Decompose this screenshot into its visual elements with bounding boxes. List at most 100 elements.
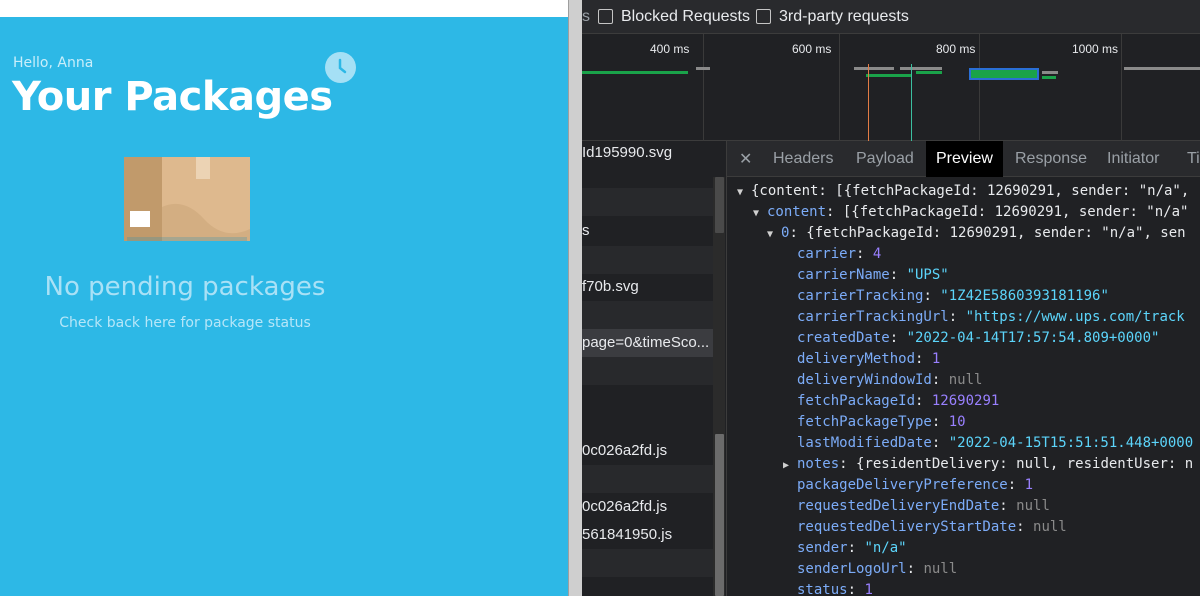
json-key: createdDate [797,330,890,346]
request-row[interactable] [582,357,713,385]
json-field-row[interactable]: senderLogoUrl: null [797,561,957,582]
expand-arrow-icon[interactable]: ▼ [737,187,751,198]
json-value: "1Z42E5860393181196" [940,288,1109,304]
request-row-selected[interactable]: page=0&timeSco... [582,329,713,357]
tab-response[interactable]: Response [1015,141,1087,177]
json-field-row[interactable]: carrierTracking: "1Z42E5860393181196" [797,288,1109,309]
json-field-row[interactable]: sender: "n/a" [797,540,907,561]
expand-arrow-icon[interactable]: ▼ [767,229,781,240]
json-root-summary: {content: [{fetchPackageId: 12690291, se… [751,183,1190,199]
request-row[interactable] [582,188,713,216]
empty-state-subtitle: Check back here for package status [59,315,311,331]
json-field-row[interactable]: deliveryWindowId: null [797,372,982,393]
json-value: "2022-04-15T15:51:51.448+0000 [948,435,1194,451]
json-key: fetchPackageId [797,393,916,409]
json-field-row[interactable]: carrier: 4 [797,246,881,267]
request-row[interactable] [582,465,713,493]
packages-app: Hello, Anna Your Packages No pending pac… [0,0,568,596]
request-row[interactable] [582,385,713,413]
json-key: senderLogoUrl [797,561,907,577]
json-key: deliveryWindowId [797,372,932,388]
blocked-requests-label[interactable]: Blocked Requests [621,8,750,26]
timeline-request-bar [866,74,912,77]
third-party-label[interactable]: 3rd-party requests [779,8,909,26]
request-row[interactable]: 0c026a2fd.js [582,493,713,521]
devtools-network-panel: s Blocked Requests 3rd-party requests 40… [582,0,1200,596]
tab-headers[interactable]: Headers [773,141,833,177]
timeline-gridline [839,34,840,141]
package-box-icon [124,157,250,241]
request-row[interactable]: s [582,217,713,245]
json-content-line[interactable]: ▼ content: [{fetchPackageId: 12690291, se… [753,204,1188,225]
json-value: 1 [864,582,873,596]
request-row[interactable] [582,246,713,274]
request-row[interactable] [582,577,713,596]
json-key: requestedDeliveryStartDate [797,519,1017,535]
request-list[interactable]: Id195990.svg s f70b.svg page=0&timeSco..… [582,141,727,596]
json-key: status [797,582,848,596]
timeline-request-bar [1042,71,1058,74]
tab-timing[interactable]: Ti [1187,141,1200,177]
json-field-row[interactable]: createdDate: "2022-04-14T17:57:54.809+00… [797,330,1159,351]
json-field-row[interactable]: status: 1 [797,582,873,596]
json-key: content [767,204,827,220]
expand-arrow-icon[interactable]: ▼ [753,208,767,219]
request-detail-tabs: ✕ Headers Payload Preview Response Initi… [727,141,1200,177]
json-value: null [923,561,958,577]
json-field-row[interactable]: fetchPackageType: 10 [797,414,966,435]
json-field-row[interactable]: carrierTrackingUrl: "https://www.ups.com… [797,309,1185,330]
close-icon[interactable]: ✕ [739,149,752,169]
request-row[interactable]: 0c026a2fd.js [582,437,713,465]
json-field-row[interactable]: carrierName: "UPS" [797,267,949,288]
json-field-row[interactable]: fetchPackageId: 12690291 [797,393,999,414]
json-content-summary: [{fetchPackageId: 12690291, sender: "n/a… [842,204,1189,220]
json-value: "https://www.ups.com/track [965,309,1185,325]
json-field-row[interactable]: deliveryMethod: 1 [797,351,940,372]
timeline-tick-label: 600 ms [792,42,832,56]
tab-payload[interactable]: Payload [856,141,914,177]
request-row[interactable]: f70b.svg [582,273,713,301]
json-field-row[interactable]: requestedDeliveryEndDate: null [797,498,1050,519]
tab-initiator[interactable]: Initiator [1107,141,1159,177]
json-root-line[interactable]: ▼ {content: [{fetchPackageId: 12690291, s… [737,183,1189,204]
empty-state-title: No pending packages [44,272,326,302]
request-row[interactable]: Id195990.svg [582,141,713,167]
json-value: null [948,372,983,388]
json-value: 10 [948,414,966,430]
scrollbar-track-segment [715,177,724,233]
scrollbar-thumb[interactable] [715,434,724,596]
request-row[interactable] [582,301,713,329]
json-key: carrier [797,246,857,262]
request-row[interactable] [582,549,713,577]
page-title: Your Packages [12,74,333,120]
json-value: 12690291 [931,393,1000,409]
json-field-row[interactable]: requestedDeliveryStartDate: null [797,519,1067,540]
request-row[interactable]: 561841950.js [582,521,713,549]
json-preview[interactable]: ▼ {content: [{fetchPackageId: 12690291, s… [727,177,1200,596]
json-key: notes [797,456,840,472]
pane-splitter[interactable] [568,0,582,596]
blocked-requests-checkbox[interactable] [598,9,613,24]
expand-arrow-icon[interactable]: ▶ [783,460,797,471]
json-item-line[interactable]: ▼ 0: {fetchPackageId: 12690291, sender: "… [767,225,1186,246]
json-field-row[interactable]: lastModifiedDate: "2022-04-15T15:51:51.4… [797,435,1193,456]
timeline-request-bar [696,67,710,70]
tab-preview[interactable]: Preview [926,141,1003,177]
request-list-scrollbar[interactable] [713,177,725,596]
json-key: lastModifiedDate [797,435,932,451]
json-key: packageDeliveryPreference [797,477,1008,493]
timeline-request-bar [582,71,688,74]
third-party-checkbox[interactable] [756,9,771,24]
timeline-tick-label: 400 ms [650,42,690,56]
network-timeline-overview[interactable]: 400 ms 600 ms 800 ms 1000 ms [582,34,1200,141]
clock-icon[interactable] [325,52,356,83]
top-bar [0,0,568,17]
json-field-row[interactable]: ▶ notes: {residentDelivery: null, residen… [783,456,1193,477]
json-value: "n/a" [864,540,907,556]
load-event-marker [911,64,912,141]
json-field-row[interactable]: packageDeliveryPreference: 1 [797,477,1033,498]
truncated-filter-label: s [582,8,590,25]
timeline-gridline [1121,34,1122,141]
json-value: "2022-04-14T17:57:54.809+0000" [906,330,1160,346]
json-key: carrierName [797,267,890,283]
